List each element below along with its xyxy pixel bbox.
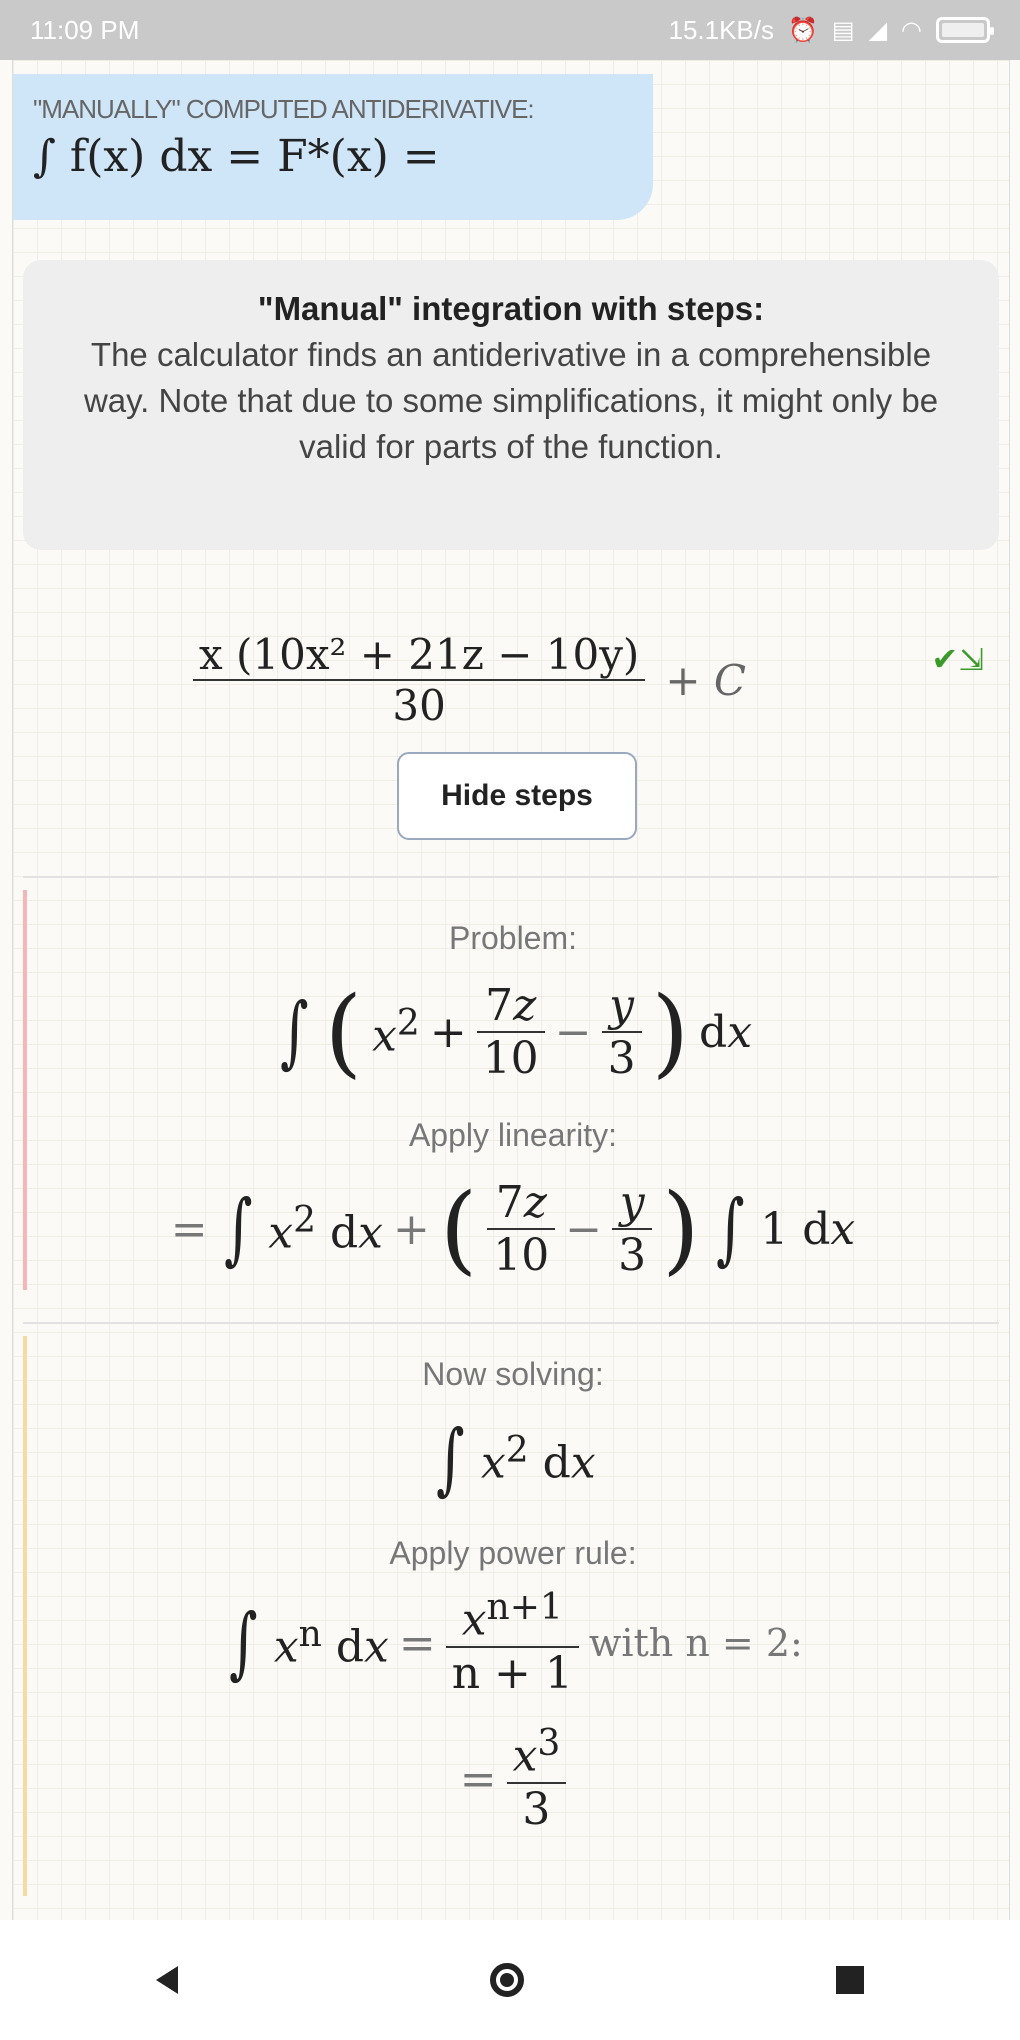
back-icon[interactable] (156, 1966, 178, 1994)
now-solving-expression: ∫ x2 dx (436, 1414, 596, 1504)
result-numerator: x (10x² + 21z − 10y) (199, 630, 640, 679)
info-title: "Manual" integration with steps: (257, 290, 765, 327)
alarm-icon: ⏰ (788, 16, 818, 44)
result-fraction: x (10x² + 21z − 10y) 30 (193, 630, 646, 730)
linearity-label: Apply linearity: (408, 1117, 618, 1153)
signal-icon: ◢ (868, 16, 888, 44)
verified-icon[interactable]: ✔⇲ (931, 640, 985, 678)
divider (23, 1322, 999, 1324)
header-formula: ∫ f(x) dx = F*(x) = (33, 131, 440, 182)
hide-steps-button[interactable]: Hide steps (397, 752, 637, 840)
info-text: The calculator finds an antiderivative i… (83, 336, 939, 465)
battery-icon (936, 17, 994, 43)
recent-apps-icon[interactable] (836, 1966, 864, 1994)
power-rule-label: Apply power rule: (389, 1535, 637, 1571)
network-speed: 15.1KB/s (668, 14, 774, 45)
problem-label: Problem: (448, 920, 578, 956)
wifi-icon: ◠ (901, 16, 922, 44)
status-icons: 15.1KB/s ⏰ ▤ ◢ ◠ (668, 14, 994, 46)
result-denominator: 30 (392, 681, 446, 730)
step-block-power-rule: Now solving: ∫ x2 dx Apply power rule: ∫… (23, 1336, 999, 1896)
problem-expression: ∫ ( x2 + 7z 10 − y3 ) dx (280, 976, 753, 1088)
navigation-bar (0, 1920, 1020, 2040)
power-rule-expression: ∫ xn dx = xn+1 n + 1 with n = 2: (229, 1587, 803, 1699)
power-rule-result: = x3 3 (27, 1714, 999, 1844)
divider (23, 876, 999, 878)
now-solving-label: Now solving: (422, 1356, 604, 1392)
antiderivative-header: "MANUALLY" COMPUTED ANTIDERIVATIVE: ∫ f(… (13, 74, 653, 220)
app-content[interactable]: "MANUALLY" COMPUTED ANTIDERIVATIVE: ∫ f(… (12, 60, 1010, 1920)
result-constant: + C (665, 655, 746, 705)
step-block-problem: Problem: ∫ ( x2 + 7z 10 − y3 ) dx Apply l… (23, 890, 999, 1290)
header-caption: "MANUALLY" COMPUTED ANTIDERIVATIVE: (33, 94, 535, 124)
sim-icon: ▤ (831, 16, 855, 44)
status-bar: 11:09 PM 15.1KB/s ⏰ ▤ ◢ ◠ (0, 0, 1020, 60)
status-time: 11:09 PM (30, 14, 140, 45)
linearity-expression: = ∫ x2 dx + ( 7z 10 − y3 ) ∫ 1 dx (170, 1173, 856, 1285)
info-box: "Manual" integration with steps: The cal… (23, 260, 999, 550)
home-icon[interactable] (490, 1963, 524, 1997)
result-expression: x (10x² + 21z − 10y) 30 + C (193, 630, 746, 730)
